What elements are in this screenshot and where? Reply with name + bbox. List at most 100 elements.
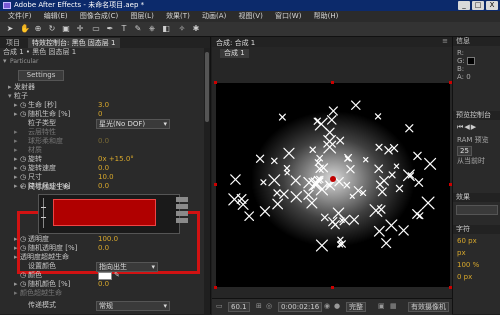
property-row[interactable]: ▸ 云层特性 [0,128,203,137]
snapshot-icon[interactable]: ◎ [266,302,272,310]
transparency-grid-icon[interactable]: ▦ [390,302,397,310]
effect-name-row[interactable]: ▾ Particular [0,57,203,66]
resolution-dropdown[interactable]: 完整 [346,302,366,312]
tab-effect-controls[interactable]: 特效控制台: 黑色 固态层 1 [28,38,120,48]
graph-preset-button[interactable] [176,204,188,209]
expand-arrow-icon[interactable]: ▸ [14,164,18,173]
info-panel-header[interactable]: 信息 [453,37,500,46]
menu-help[interactable]: 帮助(H) [314,12,339,20]
stopwatch-icon[interactable]: ◷ [20,271,26,280]
emitter-anchor-icon[interactable] [330,176,336,182]
property-row[interactable]: ▸ ◷ 随机颜色 [%] 0.0 [0,280,203,289]
collapse-arrow-icon[interactable]: ▾ [3,57,7,66]
expand-arrow-icon[interactable]: ▸ [14,101,18,110]
menu-layer[interactable]: 图层(L) [130,12,153,20]
region-of-interest-icon[interactable]: ▣ [378,302,385,310]
expand-arrow-icon[interactable]: ▸ [14,235,18,244]
expand-arrow-icon[interactable]: ▸ [8,83,12,92]
settings-button[interactable]: Settings [18,70,64,81]
stopwatch-icon[interactable]: ◷ [20,173,26,182]
property-row[interactable]: 传递模式 常规 ▾ [0,301,203,311]
collapse-arrow-icon[interactable]: ▾ [20,183,24,192]
property-row[interactable]: ▸ 透明度超越生命 [0,253,203,262]
text-tool-icon[interactable]: T [120,25,128,33]
eyedropper-icon[interactable]: ✎ [114,271,120,280]
expand-arrow-icon[interactable]: ▸ [14,289,18,298]
zoom-dropdown[interactable]: 60.1 [228,302,250,312]
timecode[interactable]: 0:00:02:16 [278,302,323,312]
expand-arrow-icon[interactable]: ▸ [14,155,18,164]
property-row[interactable]: ▸ ◷ 尺寸 10.0 [0,173,203,182]
play-icon[interactable]: ▶ [471,123,477,131]
close-button[interactable]: X [486,1,498,10]
roto-brush-icon[interactable]: ✧ [178,25,186,33]
minimize-button[interactable]: _ [458,1,470,10]
tab-project[interactable]: 项目 [2,38,24,48]
puppet-pin-icon[interactable]: ✱ [192,25,200,33]
transfer-mode-dropdown[interactable]: 常规 ▾ [96,301,170,311]
expand-arrow-icon[interactable]: ▸ [14,137,18,146]
zoom-tool-icon[interactable]: ⊕ [34,25,42,33]
stopwatch-icon[interactable]: ◷ [20,110,26,119]
menu-composition[interactable]: 图像合成(C) [80,12,118,20]
brush-tool-icon[interactable]: ✎ [134,25,142,33]
property-row[interactable]: 设置颜色 指向出生 ▾ [0,262,203,272]
collapse-arrow-icon[interactable]: ▾ [8,92,12,101]
from-current-time-checkbox[interactable]: 从当前时 [457,157,485,165]
leading-field[interactable]: px [457,249,466,257]
property-row[interactable]: ▸ ◷ 透明度 100.0 [0,235,203,244]
eraser-tool-icon[interactable]: ◧ [162,25,170,33]
property-row[interactable]: ▾ 粒子 [0,92,203,101]
expand-arrow-icon[interactable]: ▸ [14,173,18,182]
baseline-field[interactable]: 0 px [457,273,472,281]
tab-comp-1[interactable]: 合成 1 [220,49,249,58]
active-camera-dropdown[interactable]: 有效摄像机 [408,302,449,312]
property-row[interactable]: ▸ 材质 [0,146,203,155]
property-row[interactable]: 粒子类型 星光(No DOF) ▾ [0,119,203,129]
camera-tool-icon[interactable]: ▣ [62,25,70,33]
size-over-life-row[interactable]: ▾ 尺寸随超生命 [20,183,170,192]
scale-field[interactable]: 100 % [457,261,479,269]
property-row[interactable]: ▸ 发射器 [0,83,203,92]
expand-arrow-icon[interactable]: ▸ [14,182,18,191]
stamp-tool-icon[interactable]: ⎈ [148,25,156,33]
pan-behind-tool-icon[interactable]: ✛ [76,25,84,33]
fps-field[interactable]: 25 [457,146,472,156]
menu-effect[interactable]: 效果(T) [166,12,190,20]
always-preview-icon[interactable]: ▭ [216,302,223,310]
channel-icon[interactable]: ● [334,302,340,310]
expand-arrow-icon[interactable]: ▸ [14,146,18,155]
expand-arrow-icon[interactable]: ▸ [14,280,18,289]
effects-search-input[interactable] [456,205,498,215]
menu-animation[interactable]: 动画(A) [202,12,226,20]
effects-panel-header[interactable]: 效果 [453,193,500,202]
property-row[interactable]: ◷ 颜色 ✎ [0,271,203,280]
color-swatch[interactable] [98,272,112,280]
graph-preset-button[interactable] [176,218,188,223]
menu-view[interactable]: 视图(V) [239,12,263,20]
camera-icon[interactable]: ◉ [324,302,330,310]
character-panel-header[interactable]: 字符 [453,225,500,234]
hand-tool-icon[interactable]: ✋ [20,25,30,33]
font-size-field[interactable]: 60 px [457,237,477,245]
property-row[interactable]: ▸ ◷ 随机透明度 [%] 0.0 [0,244,203,253]
expand-arrow-icon[interactable]: ▸ [14,244,18,253]
property-row[interactable]: ▸ 颜色超越生命 [0,289,203,298]
expand-arrow-icon[interactable]: ▸ [14,128,18,137]
panel-scrollbar[interactable] [204,48,210,314]
stopwatch-icon[interactable]: ◷ [20,164,26,173]
stopwatch-icon[interactable]: ◷ [20,235,26,244]
property-row[interactable]: ▸ ◷ 随机生命 [%] 0 [0,110,203,119]
property-row[interactable]: ▸ 球形柔和度 0.0 [0,137,203,146]
rotate-tool-icon[interactable]: ↻ [48,25,56,33]
mask-tool-icon[interactable]: ▭ [92,25,100,33]
stopwatch-icon[interactable]: ◷ [20,280,26,289]
tab-composition[interactable]: 合成: 合成 1 [216,38,255,48]
stopwatch-icon[interactable]: ◷ [20,101,26,110]
safe-zones-icon[interactable]: ⊞ [256,302,262,310]
expand-arrow-icon[interactable]: ▸ [14,253,18,262]
selection-tool-icon[interactable]: ➤ [6,25,14,33]
expand-arrow-icon[interactable]: ▸ [14,110,18,119]
graph-preset-button[interactable] [176,211,188,216]
property-row[interactable]: ▸ ◷ 旋转 0x +15.0° [0,155,203,164]
